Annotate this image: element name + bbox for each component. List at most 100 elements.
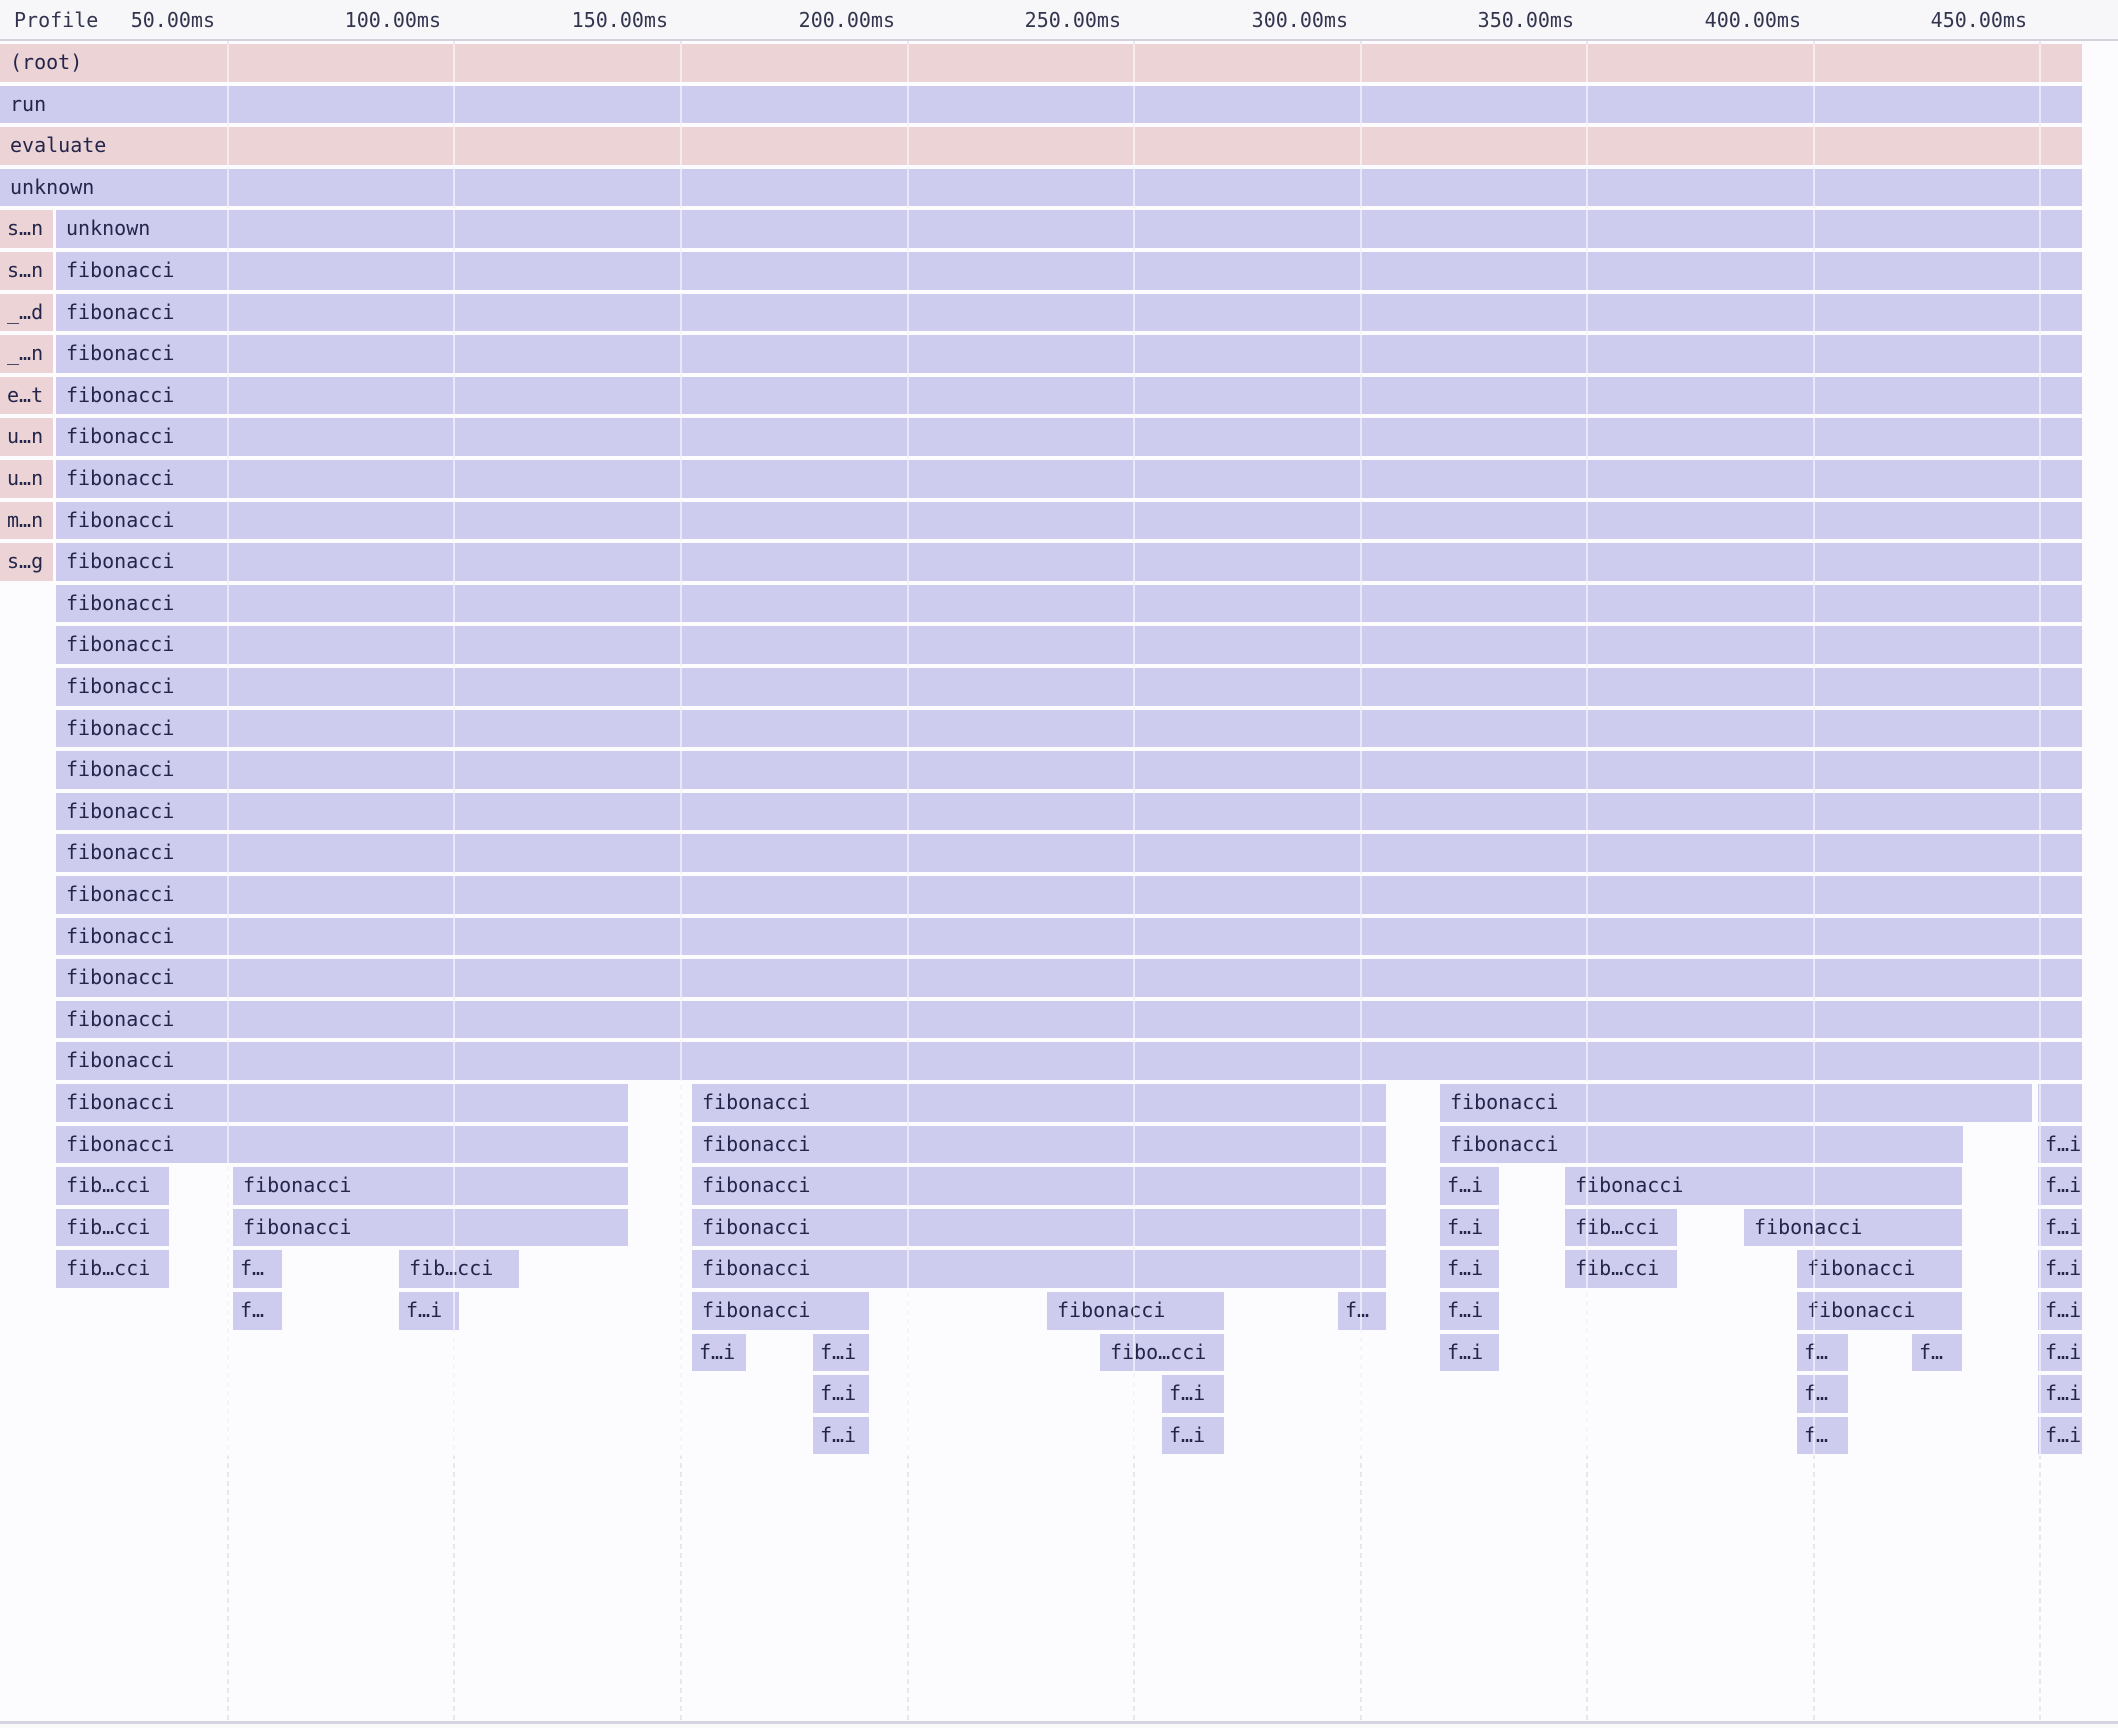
flame-frame-label: f…i: [1447, 1256, 1483, 1280]
flame-frame[interactable]: fibonacci: [1440, 1126, 1963, 1164]
flame-frame[interactable]: fib…cci: [1565, 1250, 1677, 1288]
flame-frame[interactable]: u…n: [0, 418, 53, 456]
flame-frame[interactable]: fibonacci: [56, 252, 2082, 290]
flame-frame[interactable]: fibonacci: [56, 751, 2082, 789]
flame-frame[interactable]: f…i: [2038, 1209, 2082, 1247]
flame-frame[interactable]: fib…cci: [56, 1209, 169, 1247]
flame-frame[interactable]: fibonacci: [692, 1209, 1386, 1247]
flame-frame[interactable]: fibonacci: [56, 294, 2082, 332]
flame-frame[interactable]: f…i: [813, 1375, 869, 1413]
flame-frame[interactable]: e…t: [0, 377, 53, 415]
flame-frame[interactable]: [2038, 1084, 2082, 1122]
flame-frame[interactable]: u…n: [0, 460, 53, 498]
flame-frame[interactable]: fibonacci: [56, 918, 2082, 956]
flame-frame[interactable]: (root): [0, 44, 2082, 82]
flame-frame[interactable]: fibonacci: [1744, 1209, 1962, 1247]
flame-frame[interactable]: f…i: [2038, 1417, 2082, 1455]
flame-frame[interactable]: _…d: [0, 294, 53, 332]
flame-frame[interactable]: fibonacci: [56, 834, 2082, 872]
flame-frame-label: fibonacci: [66, 466, 174, 490]
flame-frame[interactable]: fib…cci: [1565, 1209, 1677, 1247]
flame-frame[interactable]: fibonacci: [1565, 1167, 1962, 1205]
flame-frame[interactable]: f…i: [2038, 1292, 2082, 1330]
flame-frame-label: s…n: [7, 216, 43, 240]
flame-frame[interactable]: fibonacci: [56, 959, 2082, 997]
flame-frame[interactable]: unknown: [56, 210, 2082, 248]
flame-frame[interactable]: f…: [1797, 1375, 1848, 1413]
flame-frame[interactable]: f…i: [2038, 1375, 2082, 1413]
flame-frame-label: fibonacci: [1807, 1298, 1915, 1322]
flame-frame[interactable]: fibonacci: [56, 710, 2082, 748]
flame-frame[interactable]: fibonacci: [56, 1084, 628, 1122]
flame-frame[interactable]: _…n: [0, 335, 53, 373]
flame-frame[interactable]: fibonacci: [1797, 1292, 1962, 1330]
flame-frame[interactable]: f…: [233, 1292, 282, 1330]
flame-frame-label: fibonacci: [66, 424, 174, 448]
flame-frame[interactable]: m…n: [0, 502, 53, 540]
flame-frame[interactable]: fibonacci: [56, 335, 2082, 373]
flame-frame-label: f…i: [2045, 1256, 2081, 1280]
flame-frame[interactable]: fib…cci: [56, 1167, 169, 1205]
flame-frame[interactable]: f…i: [1440, 1292, 1499, 1330]
flame-frame[interactable]: f…i: [813, 1417, 869, 1455]
flame-frame[interactable]: f…i: [692, 1334, 746, 1372]
flame-frame[interactable]: fibonacci: [692, 1167, 1386, 1205]
flame-frame[interactable]: f…i: [1162, 1417, 1224, 1455]
flame-frame[interactable]: fibonacci: [56, 626, 2082, 664]
flame-frame[interactable]: fibonacci: [56, 793, 2082, 831]
flame-frame[interactable]: fibonacci: [1797, 1250, 1962, 1288]
flame-frame[interactable]: fibonacci: [56, 585, 2082, 623]
flame-frame[interactable]: f…i: [2038, 1126, 2082, 1164]
flame-frame[interactable]: f…i: [1162, 1375, 1224, 1413]
time-tick-label: 200.00ms: [799, 8, 895, 32]
flame-frame[interactable]: f…i: [1440, 1167, 1499, 1205]
time-tick-label: 150.00ms: [572, 8, 668, 32]
flame-frame[interactable]: fibonacci: [692, 1292, 869, 1330]
flame-frame[interactable]: run: [0, 86, 2082, 124]
flame-frame[interactable]: f…i: [1440, 1209, 1499, 1247]
flame-frame[interactable]: f…i: [2038, 1167, 2082, 1205]
flame-frame-label: fibonacci: [66, 799, 174, 823]
flame-frame[interactable]: s…g: [0, 543, 53, 581]
flame-frame[interactable]: fibonacci: [56, 377, 2082, 415]
flame-frame[interactable]: fibonacci: [56, 1001, 2082, 1039]
flame-frame[interactable]: f…: [1338, 1292, 1386, 1330]
flame-frame[interactable]: s…n: [0, 210, 53, 248]
flame-frame[interactable]: f…i: [1440, 1334, 1499, 1372]
flame-frame[interactable]: fibonacci: [692, 1126, 1386, 1164]
flame-frame[interactable]: f…i: [399, 1292, 459, 1330]
flame-frame[interactable]: f…i: [813, 1334, 869, 1372]
flame-frame[interactable]: fibonacci: [1440, 1084, 2032, 1122]
flame-frame[interactable]: fibonacci: [56, 1042, 2082, 1080]
flame-frame[interactable]: fibonacci: [56, 668, 2082, 706]
flame-frame[interactable]: fib…cci: [56, 1250, 169, 1288]
flame-frame[interactable]: fibo…cci: [1100, 1334, 1224, 1372]
flame-frame[interactable]: f…: [1912, 1334, 1962, 1372]
bottom-divider-line: [0, 1721, 2118, 1724]
flame-frame[interactable]: fibonacci: [56, 876, 2082, 914]
flame-frame[interactable]: fibonacci: [692, 1250, 1386, 1288]
flame-frame[interactable]: f…: [1797, 1334, 1848, 1372]
flame-frame[interactable]: unknown: [0, 169, 2082, 207]
flame-frame[interactable]: fibonacci: [1047, 1292, 1224, 1330]
flame-frame[interactable]: fibonacci: [233, 1167, 628, 1205]
flame-frame[interactable]: fibonacci: [233, 1209, 628, 1247]
flame-frame[interactable]: fibonacci: [56, 543, 2082, 581]
flame-frame[interactable]: fibonacci: [692, 1084, 1386, 1122]
flame-frame[interactable]: evaluate: [0, 127, 2082, 165]
flame-frame[interactable]: f…: [233, 1250, 282, 1288]
flame-frame-label: fibonacci: [702, 1298, 810, 1322]
flame-frame[interactable]: fibonacci: [56, 418, 2082, 456]
flame-frame[interactable]: fibonacci: [56, 502, 2082, 540]
flame-frame[interactable]: fib…cci: [399, 1250, 519, 1288]
flame-frame-label: fib…cci: [409, 1256, 493, 1280]
flame-frame[interactable]: f…: [1797, 1417, 1848, 1455]
flame-frame[interactable]: f…i: [2038, 1334, 2082, 1372]
flame-frame[interactable]: f…i: [2038, 1250, 2082, 1288]
flame-frame[interactable]: s…n: [0, 252, 53, 290]
flame-frame-label: u…n: [7, 424, 43, 448]
flame-frame[interactable]: f…i: [1440, 1250, 1499, 1288]
flame-frame-label: f…: [1804, 1423, 1828, 1447]
flame-frame[interactable]: fibonacci: [56, 460, 2082, 498]
flame-frame[interactable]: fibonacci: [56, 1126, 628, 1164]
